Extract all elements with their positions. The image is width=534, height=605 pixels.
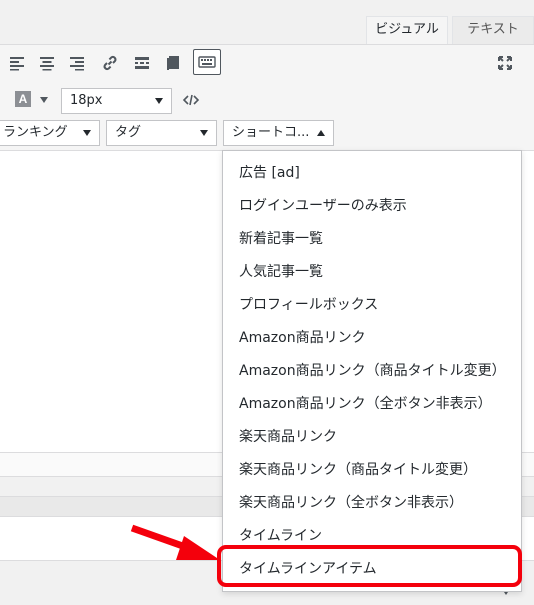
editor-toolbar: A 18px ランキング タグ ショートコ...	[0, 44, 534, 151]
align-right-icon[interactable]	[64, 50, 90, 76]
menu-item-amazon-link-title[interactable]: Amazon商品リンク（商品タイトル変更）	[223, 355, 521, 388]
menu-item-new-posts[interactable]: 新着記事一覧	[223, 223, 521, 256]
text-color-dropdown-icon[interactable]	[40, 97, 48, 103]
menu-item-amazon-link-nobuttons[interactable]: Amazon商品リンク（全ボタン非表示）	[223, 388, 521, 421]
font-size-value: 18px	[70, 93, 103, 108]
tab-visual[interactable]: ビジュアル	[366, 16, 448, 44]
code-icon[interactable]	[178, 87, 204, 113]
toolbar-toggle-icon[interactable]	[160, 50, 186, 76]
shortcode-dropdown-label: ショートコ...	[232, 125, 310, 140]
menu-item-rakuten-link-nobuttons[interactable]: 楽天商品リンク（全ボタン非表示）	[223, 487, 521, 520]
chevron-down-icon	[200, 130, 208, 136]
font-size-select[interactable]: 18px	[61, 88, 172, 114]
link-icon[interactable]	[97, 50, 123, 76]
align-left-icon[interactable]	[4, 50, 30, 76]
ranking-dropdown[interactable]: ランキング	[0, 120, 100, 146]
fullscreen-icon[interactable]	[492, 50, 518, 76]
menu-item-ad[interactable]: 広告 [ad]	[223, 157, 521, 190]
align-center-icon[interactable]	[34, 50, 60, 76]
tag-dropdown-label: タグ	[115, 125, 142, 140]
menu-item-rakuten-link[interactable]: 楽天商品リンク	[223, 421, 521, 454]
menu-item-popular-posts[interactable]: 人気記事一覧	[223, 256, 521, 289]
keyboard-icon[interactable]	[193, 49, 221, 75]
chevron-down-icon	[83, 130, 91, 136]
shortcode-menu: 広告 [ad] ログインユーザーのみ表示 新着記事一覧 人気記事一覧 プロフィー…	[222, 150, 522, 592]
ranking-dropdown-label: ランキング	[3, 125, 68, 140]
menu-item-amazon-link[interactable]: Amazon商品リンク	[223, 322, 521, 355]
red-arrow-icon	[130, 524, 220, 560]
text-color-icon[interactable]: A	[10, 86, 36, 112]
menu-item-profile-box[interactable]: プロフィールボックス	[223, 289, 521, 322]
menu-item-rakuten-link-title[interactable]: 楽天商品リンク（商品タイトル変更）	[223, 454, 521, 487]
menu-item-login-only[interactable]: ログインユーザーのみ表示	[223, 190, 521, 223]
shortcode-dropdown[interactable]: ショートコ...	[223, 120, 334, 146]
tab-text[interactable]: テキスト	[452, 16, 534, 44]
svg-text:A: A	[19, 92, 28, 106]
read-more-icon[interactable]	[129, 50, 155, 76]
highlight-box	[217, 545, 522, 587]
editor-tabs: ビジュアル テキスト	[0, 0, 534, 44]
chevron-down-icon	[155, 98, 163, 104]
chevron-up-icon	[317, 130, 325, 136]
tag-dropdown[interactable]: タグ	[106, 120, 217, 146]
